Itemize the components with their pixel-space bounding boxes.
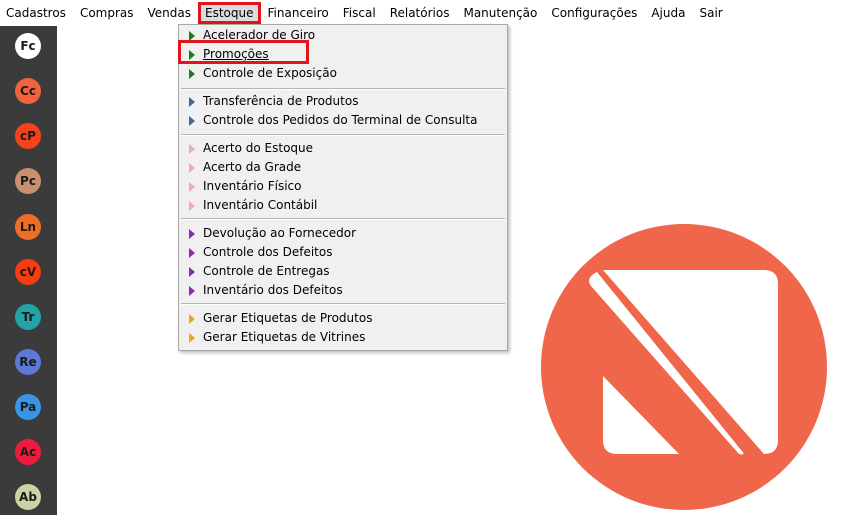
- arrow-right-icon: [189, 97, 195, 107]
- menu-separator: [181, 303, 505, 305]
- app-icon-cc[interactable]: Cc: [15, 78, 41, 104]
- menu-fiscal[interactable]: Fiscal: [336, 3, 383, 23]
- menu-item-devolucao-ao-fornecedor[interactable]: Devolução ao Fornecedor: [179, 224, 507, 243]
- app-icon-cv[interactable]: cV: [15, 259, 41, 285]
- menu-item-promocoes[interactable]: Promoções: [179, 45, 507, 64]
- menu-separator: [181, 134, 505, 136]
- menu-item-controle-dos-defeitos[interactable]: Controle dos Defeitos: [179, 243, 507, 262]
- arrow-right-icon: [189, 314, 195, 324]
- menu-item-transferencia-de-produtos[interactable]: Transferência de Produtos: [179, 92, 507, 111]
- menu-item-gerar-etiquetas-produtos[interactable]: Gerar Etiquetas de Produtos: [179, 309, 507, 328]
- menu-item-label: Acerto da Grade: [203, 160, 302, 174]
- app-icon-ab[interactable]: Ab: [15, 484, 41, 510]
- arrow-right-icon: [189, 50, 195, 60]
- menu-relatorios[interactable]: Relatórios: [383, 3, 457, 23]
- app-icon-pa[interactable]: Pa: [15, 394, 41, 420]
- menu-item-controle-pedidos-terminal[interactable]: Controle dos Pedidos do Terminal de Cons…: [179, 111, 507, 130]
- menu-item-controle-de-exposicao[interactable]: Controle de Exposição: [179, 64, 507, 83]
- menu-item-label: Controle dos Pedidos do Terminal de Cons…: [203, 113, 478, 127]
- menu-item-label: Controle dos Defeitos: [203, 245, 333, 259]
- menu-item-label: Controle de Exposição: [203, 66, 337, 80]
- app-icon-cp[interactable]: cP: [15, 123, 41, 149]
- menu-vendas[interactable]: Vendas: [141, 3, 199, 23]
- logo-circle: [541, 224, 827, 510]
- menu-item-inventario-dos-defeitos[interactable]: Inventário dos Defeitos: [179, 281, 507, 300]
- arrow-right-icon: [189, 116, 195, 126]
- arrow-right-icon: [189, 286, 195, 296]
- menu-item-acerto-do-estoque[interactable]: Acerto do Estoque: [179, 139, 507, 158]
- arrow-right-icon: [189, 201, 195, 211]
- menu-item-acelerador-de-giro[interactable]: Acelerador de Giro: [179, 26, 507, 45]
- menu-item-acerto-da-grade[interactable]: Acerto da Grade: [179, 158, 507, 177]
- menu-item-label: Transferência de Produtos: [203, 94, 359, 108]
- menu-cadastros[interactable]: Cadastros: [0, 3, 73, 23]
- arrow-right-icon: [189, 333, 195, 343]
- menu-item-inventario-fisico[interactable]: Inventário Físico: [179, 177, 507, 196]
- arrow-right-icon: [189, 267, 195, 277]
- arrow-right-icon: [189, 31, 195, 41]
- arrow-right-icon: [189, 248, 195, 258]
- app-icon-re[interactable]: Re: [15, 349, 41, 375]
- menu-compras[interactable]: Compras: [73, 3, 141, 23]
- estoque-dropdown-menu: Acelerador de Giro Promoções Controle de…: [178, 24, 508, 351]
- menu-item-gerar-etiquetas-vitrines[interactable]: Gerar Etiquetas de Vitrines: [179, 328, 507, 347]
- menu-item-label: Acerto do Estoque: [203, 141, 314, 155]
- menu-item-label: Controle de Entregas: [203, 264, 330, 278]
- arrow-right-icon: [189, 229, 195, 239]
- app-icon-tr[interactable]: Tr: [15, 304, 41, 330]
- menu-item-label: Gerar Etiquetas de Produtos: [203, 311, 373, 325]
- menu-ajuda[interactable]: Ajuda: [644, 3, 692, 23]
- menu-item-label: Inventário dos Defeitos: [203, 283, 343, 297]
- menu-item-controle-de-entregas[interactable]: Controle de Entregas: [179, 262, 507, 281]
- menu-item-label: Acelerador de Giro: [203, 28, 316, 42]
- menu-bar: Cadastros Compras Vendas Estoque Finance…: [0, 0, 850, 26]
- app-icon-ln[interactable]: Ln: [15, 214, 41, 240]
- menu-item-label: Promoções: [203, 47, 269, 61]
- arrow-right-icon: [189, 163, 195, 173]
- menu-item-label: Devolução ao Fornecedor: [203, 226, 357, 240]
- arrow-right-icon: [189, 69, 195, 79]
- brand-logo: [541, 224, 827, 510]
- menu-financeiro[interactable]: Financeiro: [261, 3, 336, 23]
- arrow-right-icon: [189, 182, 195, 192]
- menu-sair[interactable]: Sair: [692, 3, 729, 23]
- menu-item-inventario-contabil[interactable]: Inventário Contábil: [179, 196, 507, 215]
- menu-separator: [181, 88, 505, 90]
- menu-item-label: Gerar Etiquetas de Vitrines: [203, 330, 366, 344]
- arrow-right-icon: [189, 144, 195, 154]
- menu-item-label: Inventário Físico: [203, 179, 302, 193]
- menu-configuracoes[interactable]: Configurações: [544, 3, 644, 23]
- menu-separator: [181, 218, 505, 220]
- app-icon-fc[interactable]: Fc: [15, 33, 41, 59]
- menu-item-label: Inventário Contábil: [203, 198, 318, 212]
- app-icon-ac[interactable]: Ac: [15, 439, 41, 465]
- app-icon-pc[interactable]: Pc: [15, 168, 41, 194]
- menu-estoque[interactable]: Estoque: [198, 2, 261, 24]
- app-sidebar: Fc Cc cP Pc Ln cV Tr Re Pa Ac Ab: [0, 26, 57, 515]
- menu-manutencao[interactable]: Manutenção: [456, 3, 544, 23]
